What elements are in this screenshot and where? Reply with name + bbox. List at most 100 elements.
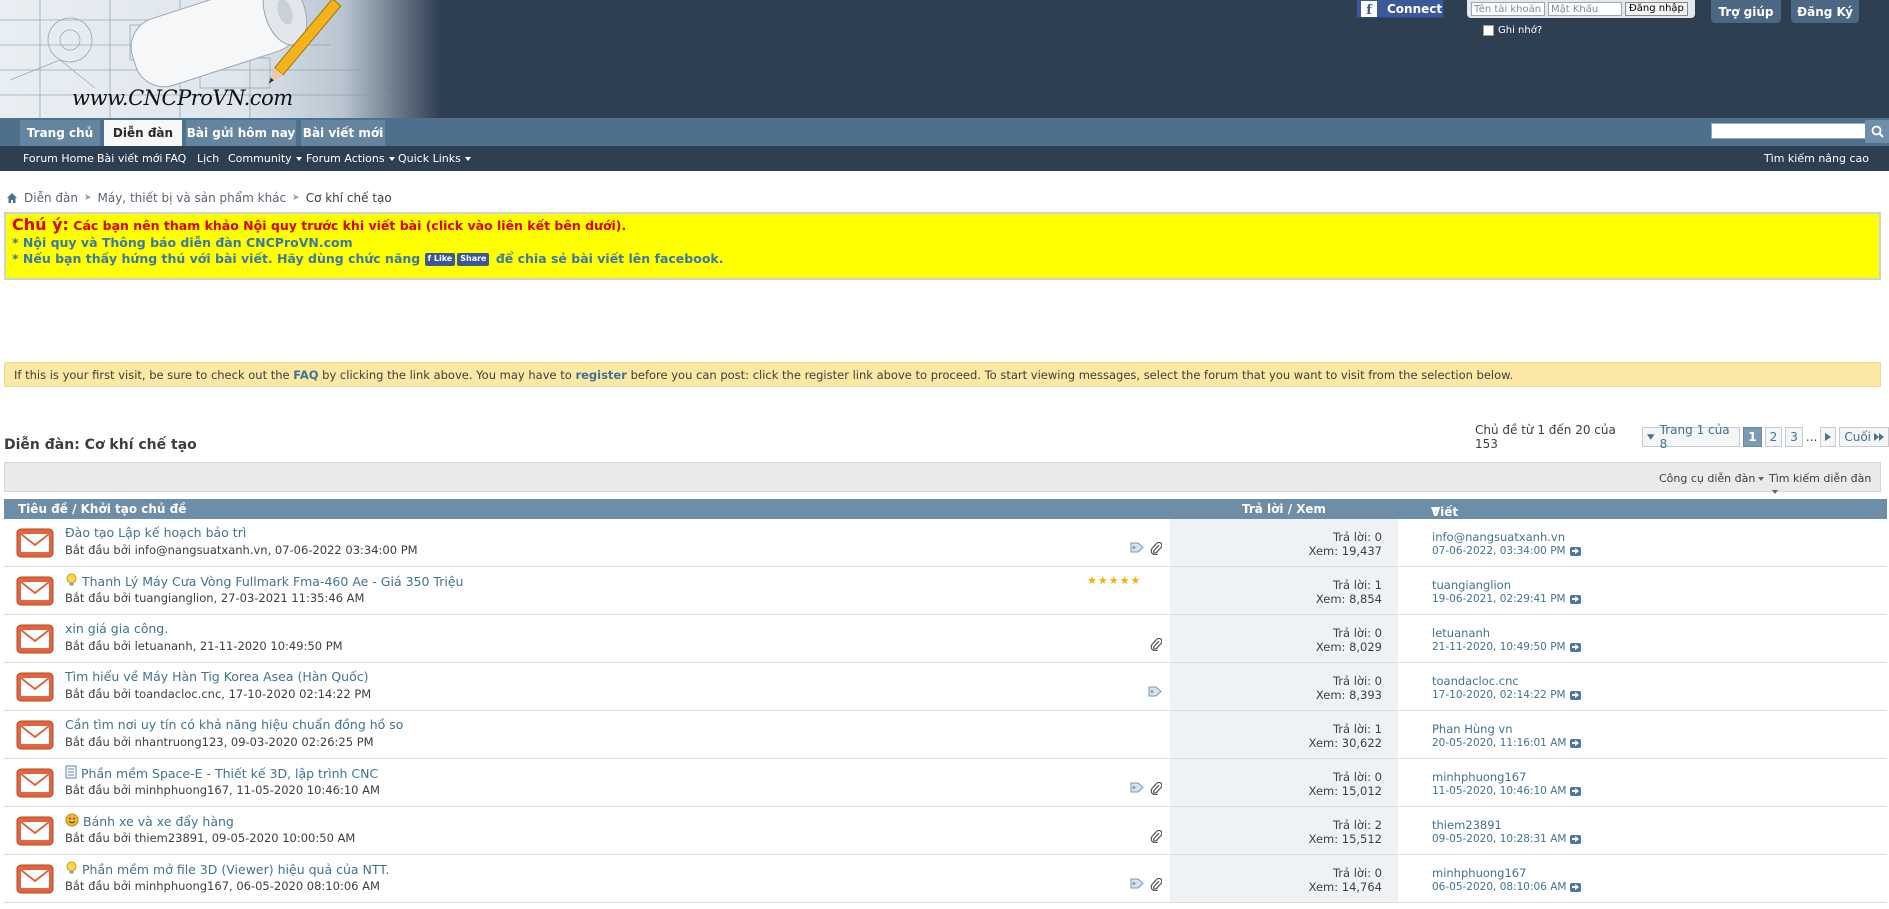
thread-title-link[interactable]: Đào tạo Lập kế hoạch bảo trì [65,525,246,540]
breadcrumb-forum[interactable]: Diễn đàn [24,191,78,205]
thread-views: Xem: 8,854 [1315,592,1382,606]
thread-status-icon[interactable] [16,815,54,847]
tab-forum[interactable]: Diễn đàn [104,120,182,146]
main-navigation: Trang chủ Diễn đàn Bài gửi hôm nay Bài v… [0,118,1889,146]
rules-link[interactable]: * Nội quy và Thông báo diễn đàn CNCProVN… [12,235,1873,252]
subnav-calendar[interactable]: Lịch [197,152,219,165]
column-last-post[interactable]: Viết bài cuối bởi [1431,502,1459,561]
thread-status-icon[interactable] [16,671,54,703]
thread-title-link[interactable]: Cần tìm nơi uy tín có khả năng hiệu chuẩ… [65,717,403,732]
column-replies[interactable]: Trả lời / Xem [1242,502,1326,516]
last-post-user[interactable]: minhphuong167 [1432,770,1581,784]
remember-checkbox[interactable] [1483,25,1494,36]
tag-icon[interactable] [1130,542,1144,558]
faq-link[interactable]: FAQ [293,368,318,382]
thread-status-icon[interactable] [16,767,54,799]
attachment-icon[interactable] [1150,541,1163,558]
last-post-user[interactable]: Phan Hùng vn [1432,722,1581,736]
page-3-link[interactable]: 3 [1785,427,1803,447]
thread-replies: Trả lời: 1 [1332,722,1382,736]
go-to-last-post-icon[interactable] [1569,594,1581,604]
last-post-date: 11-05-2020, 10:46:10 AM [1432,784,1582,798]
thread-title-link[interactable]: Bánh xe và xe đẩy hàng [83,814,234,829]
thread-replies: Trả lời: 1 [1332,578,1382,592]
home-icon[interactable] [6,192,18,204]
facebook-like-button[interactable]: f Like [424,253,456,266]
attachment-icon[interactable] [1150,781,1163,798]
thread-last-post: minhphuong167 11-05-2020, 10:46:10 AM [1432,770,1582,798]
thread-status-icon[interactable] [16,623,54,655]
page-of-label: Trang 1 của 8 [1659,423,1730,451]
search-button[interactable] [1865,120,1889,143]
breadcrumb-category[interactable]: Máy, thiết bị và sản phẩm khác [98,191,287,205]
facebook-connect-button[interactable]: f Connect [1356,0,1444,18]
subnav-community[interactable]: Community [228,152,302,165]
last-post-user[interactable]: toandacloc.cnc [1432,674,1581,688]
facebook-icon: f [1361,0,1377,17]
last-post-user[interactable]: info@nangsuatxanh.vn [1432,530,1581,544]
go-to-last-post-icon[interactable] [1570,882,1582,892]
tag-icon[interactable] [1130,878,1144,894]
thread-title-link[interactable]: Thanh Lý Máy Cưa Vòng Fullmark Fma-460 A… [82,574,463,589]
thread-status-icon[interactable] [16,575,54,607]
thread-title-link[interactable]: Phần mềm Space-E - Thiết kế 3D, lập trìn… [81,766,378,781]
thread-starter: Bắt đầu bởi tuangianglion, 27-03-2021 11… [65,591,365,605]
go-to-last-post-icon[interactable] [1570,738,1582,748]
username-input[interactable] [1471,2,1545,16]
last-post-user[interactable]: tuangianglion [1432,578,1581,592]
pagination: Chủ đề từ 1 đến 20 của 153 Trang 1 của 8… [1475,423,1889,451]
column-title[interactable]: Tiêu đề / Khởi tạo chủ đề [18,502,186,516]
last-post-user[interactable]: thiem23891 [1432,818,1581,832]
page-jump-dropdown[interactable]: Trang 1 của 8 [1642,423,1741,451]
subnav-forum-actions[interactable]: Forum Actions [306,152,395,165]
thread-status-icon[interactable] [16,527,54,559]
attachment-icon[interactable] [1150,877,1163,894]
page-1-link[interactable]: 1 [1743,427,1762,447]
thread-views: Xem: 14,764 [1308,880,1382,894]
go-to-last-post-icon[interactable] [1569,690,1581,700]
logo-text: www.CNCProVN.com [72,86,293,110]
subnav-new-posts[interactable]: Bài viết mới [97,152,162,165]
thread-title-link[interactable]: Tìm hiểu về Máy Hàn Tig Korea Asea (Hàn … [65,669,369,684]
register-link[interactable]: register [575,368,626,382]
chevron-down-icon [295,157,302,161]
password-input[interactable] [1548,2,1622,16]
thread-status-icon[interactable] [16,863,54,895]
last-post-user[interactable]: minhphuong167 [1432,866,1581,880]
advanced-search-link[interactable]: Tìm kiếm nâng cao [1764,152,1869,165]
thread-status-icon[interactable] [16,719,54,751]
site-logo[interactable]: www.CNCProVN.com [0,0,440,118]
subnav-faq[interactable]: FAQ [165,152,186,165]
tab-home[interactable]: Trang chủ [20,120,100,146]
search-forum-menu[interactable]: Tìm kiếm diễn đàn [1769,472,1880,498]
go-to-last-post-icon[interactable] [1569,546,1581,556]
tag-icon[interactable] [1130,782,1144,798]
search-input[interactable] [1711,123,1869,139]
forum-tools-menu[interactable]: Công cụ diễn đàn [1659,472,1765,485]
attachment-icon[interactable] [1150,637,1163,654]
subnav-quick-links[interactable]: Quick Links [398,152,471,165]
facebook-share-button[interactable]: Share [457,253,490,266]
next-page-button[interactable] [1820,427,1837,447]
tab-new-posts[interactable]: Bài viết mới [301,120,385,146]
register-button[interactable]: Đăng Ký [1791,0,1859,23]
attachment-icon[interactable] [1150,829,1163,846]
notice-share-text: * Nếu bạn thấy hứng thú với bài viết. Hã… [12,251,421,266]
thread-title-link[interactable]: Phần mềm mở file 3D (Viewer) hiệu quả củ… [82,862,389,877]
first-visit-notice: If this is your first visit, be sure to … [4,362,1881,387]
tag-icon[interactable] [1148,686,1162,700]
go-to-last-post-icon[interactable] [1569,642,1581,652]
tab-today-posts[interactable]: Bài gửi hôm nay [186,120,296,146]
remember-me[interactable]: Ghi nhớ? [1483,25,1542,36]
help-button[interactable]: Trợ giúp [1711,0,1781,23]
go-to-last-post-icon[interactable] [1570,786,1582,796]
thread-stats: Trả lời: 0 Xem: 8,029 [1170,626,1382,654]
thread-stats: Trả lời: 0 Xem: 8,393 [1170,674,1382,702]
last-post-user[interactable]: letuananh [1432,626,1581,640]
subnav-forum-home[interactable]: Forum Home [23,152,94,165]
login-button[interactable]: Đăng nhập [1625,2,1688,16]
thread-title-link[interactable]: xin giá gia công. [65,621,168,636]
last-page-button[interactable]: Cuối [1839,427,1889,447]
page-2-link[interactable]: 2 [1764,427,1783,447]
go-to-last-post-icon[interactable] [1570,834,1582,844]
